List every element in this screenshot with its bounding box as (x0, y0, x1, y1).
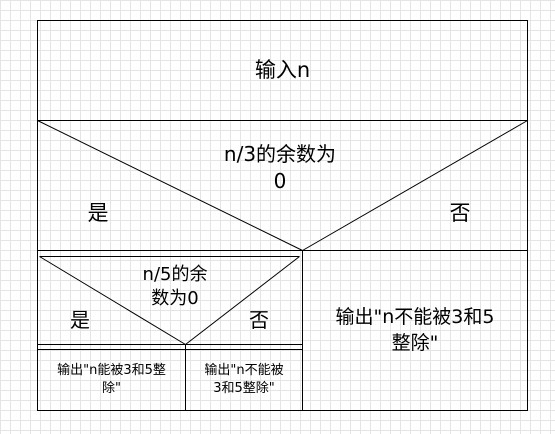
nassi-shneiderman-diagram (37, 20, 528, 411)
inner-condition-left-diagonal (39, 256, 186, 345)
outer-condition-left-diagonal (37, 120, 303, 251)
outer-frame (37, 20, 528, 411)
outer-condition-right-diagonal (302, 120, 528, 251)
inner-condition-right-diagonal (185, 256, 300, 345)
